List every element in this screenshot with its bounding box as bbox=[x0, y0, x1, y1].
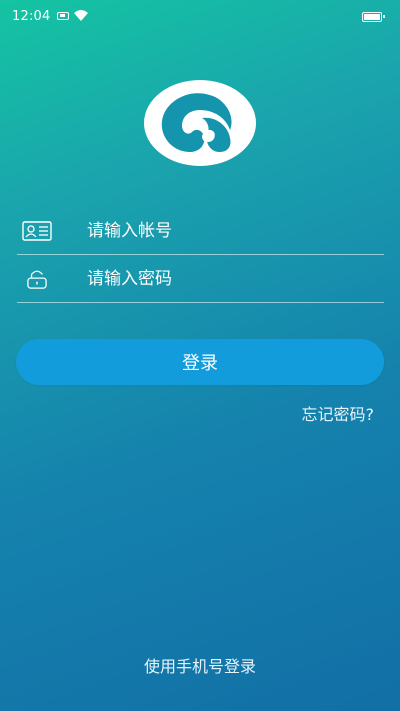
swirl-logo-icon bbox=[144, 80, 256, 166]
status-bar: 12:04 bbox=[0, 0, 400, 34]
password-field bbox=[17, 256, 384, 303]
account-input[interactable] bbox=[87, 218, 367, 244]
status-time: 12:04 bbox=[12, 9, 51, 24]
password-input[interactable] bbox=[87, 266, 367, 292]
forgot-password-link[interactable]: 忘记密码? bbox=[302, 401, 375, 425]
mute-icon bbox=[57, 12, 69, 20]
account-field bbox=[17, 208, 384, 255]
wifi-icon bbox=[74, 10, 88, 21]
id-card-icon bbox=[22, 221, 52, 241]
battery-icon bbox=[362, 12, 385, 22]
phone-login-link[interactable]: 使用手机号登录 bbox=[0, 653, 400, 677]
login-button[interactable]: 登录 bbox=[16, 339, 384, 385]
lock-icon bbox=[27, 270, 47, 289]
